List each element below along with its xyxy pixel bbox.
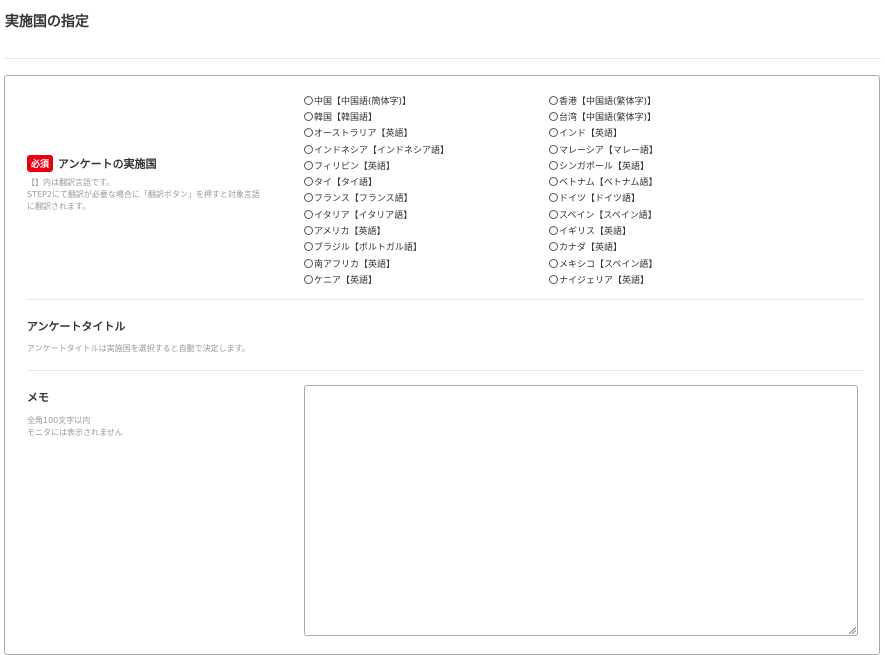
country-option-label: イギリス【英語】 bbox=[559, 227, 632, 238]
country-option-label: インド【英語】 bbox=[559, 129, 623, 140]
radio-button[interactable] bbox=[304, 111, 313, 121]
survey-country-label: アンケートの実施国 bbox=[58, 157, 157, 171]
radio-button[interactable] bbox=[304, 209, 313, 219]
country-option[interactable]: シンガポール【英語】 bbox=[549, 157, 789, 173]
row-divider bbox=[27, 370, 863, 371]
survey-country-label-block: 必須 アンケートの実施国 【】内は翻訳言語です。 STEP2にて翻訳が必要な場合に… bbox=[27, 153, 317, 213]
country-option[interactable]: イタリア【イタリア語】 bbox=[304, 206, 544, 222]
country-option-label: メキシコ【スペイン語】 bbox=[559, 259, 658, 270]
radio-button[interactable] bbox=[304, 177, 313, 187]
country-option[interactable]: フランス【フランス語】 bbox=[304, 190, 544, 206]
country-option[interactable]: ブラジル【ポルトガル語】 bbox=[304, 239, 544, 255]
survey-title-help: アンケートタイトルは実施国を選択すると自動で決定します。 bbox=[27, 344, 250, 353]
country-option[interactable]: スペイン【スペイン語】 bbox=[549, 206, 789, 222]
country-option-label: ドイツ【ドイツ語】 bbox=[559, 194, 641, 205]
survey-title-label: アンケートタイトル bbox=[27, 320, 126, 333]
title-divider bbox=[5, 58, 881, 59]
country-option-label: ケニア【英語】 bbox=[314, 275, 378, 286]
country-option-label: オーストラリア【英語】 bbox=[314, 129, 413, 140]
country-option-label: マレーシア【マレー語】 bbox=[559, 145, 658, 156]
country-option[interactable]: オーストラリア【英語】 bbox=[304, 125, 544, 141]
radio-button[interactable] bbox=[549, 177, 558, 187]
radio-button[interactable] bbox=[549, 274, 558, 284]
country-option[interactable]: ナイジェリア【英語】 bbox=[549, 271, 789, 287]
country-option[interactable]: マレーシア【マレー語】 bbox=[549, 141, 789, 157]
country-option-label: カナダ【英語】 bbox=[559, 243, 623, 254]
country-option[interactable]: インドネシア【インドネシア語】 bbox=[304, 141, 544, 157]
country-option[interactable]: 台湾【中国語(繁体字)】 bbox=[549, 108, 789, 124]
row-divider bbox=[27, 299, 863, 300]
memo-help: 全角100文字以内 モニタには表示されません bbox=[27, 415, 123, 439]
country-option[interactable]: フィリピン【英語】 bbox=[304, 157, 544, 173]
radio-button[interactable] bbox=[549, 226, 558, 236]
survey-country-help-line: STEP2にて翻訳が必要な場合に「翻訳ボタン」を押すと対象言語 bbox=[27, 190, 260, 199]
country-option-label: タイ【タイ語】 bbox=[314, 178, 378, 189]
country-option-label: 台湾【中国語(繁体字)】 bbox=[559, 112, 657, 123]
radio-button[interactable] bbox=[304, 128, 313, 138]
country-option-label: イタリア【イタリア語】 bbox=[314, 210, 413, 221]
memo-label: メモ bbox=[27, 391, 49, 404]
country-option[interactable]: 韓国【韓国語】 bbox=[304, 108, 544, 124]
country-option[interactable]: タイ【タイ語】 bbox=[304, 173, 544, 189]
radio-button[interactable] bbox=[304, 242, 313, 252]
radio-button[interactable] bbox=[549, 144, 558, 154]
radio-button[interactable] bbox=[304, 95, 313, 105]
country-option[interactable]: 南アフリカ【英語】 bbox=[304, 255, 544, 271]
country-option[interactable]: アメリカ【英語】 bbox=[304, 222, 544, 238]
country-option[interactable]: 中国【中国語(簡体字)】 bbox=[304, 92, 544, 108]
country-option-label: アメリカ【英語】 bbox=[314, 227, 386, 238]
country-option-label: 南アフリカ【英語】 bbox=[314, 259, 396, 270]
country-option[interactable]: ドイツ【ドイツ語】 bbox=[549, 190, 789, 206]
survey-title-label-block: アンケートタイトル アンケートタイトルは実施国を選択すると自動で決定します。 bbox=[27, 318, 250, 355]
country-option-label: シンガポール【英語】 bbox=[559, 161, 650, 172]
country-option-label: ナイジェリア【英語】 bbox=[559, 275, 650, 286]
country-option-label: ベトナム【ベトナム語】 bbox=[559, 178, 658, 189]
country-option[interactable]: カナダ【英語】 bbox=[549, 239, 789, 255]
country-option-label: 中国【中国語(簡体字)】 bbox=[314, 96, 412, 107]
country-option[interactable]: インド【英語】 bbox=[549, 125, 789, 141]
radio-button[interactable] bbox=[304, 160, 313, 170]
radio-button[interactable] bbox=[304, 258, 313, 268]
country-option-label: インドネシア【インドネシア語】 bbox=[314, 145, 450, 156]
country-options-right: 香港【中国語(繁体字)】 台湾【中国語(繁体字)】 インド【英語】 マレーシア【… bbox=[549, 92, 789, 288]
radio-button[interactable] bbox=[549, 160, 558, 170]
radio-button[interactable] bbox=[549, 193, 558, 203]
country-options-left: 中国【中国語(簡体字)】 韓国【韓国語】 オーストラリア【英語】 インドネシア【… bbox=[304, 92, 544, 288]
radio-button[interactable] bbox=[549, 258, 558, 268]
resize-grip-icon[interactable] bbox=[848, 626, 856, 634]
memo-label-block: メモ 全角100文字以内 モニタには表示されません bbox=[27, 389, 123, 439]
survey-country-help-line: に翻訳されます。 bbox=[27, 202, 91, 211]
form-panel: 必須 アンケートの実施国 【】内は翻訳言語です。 STEP2にて翻訳が必要な場合に… bbox=[4, 75, 880, 655]
country-option-label: フランス【フランス語】 bbox=[314, 194, 413, 205]
country-option[interactable]: ケニア【英語】 bbox=[304, 271, 544, 287]
radio-button[interactable] bbox=[549, 128, 558, 138]
page-title: 実施国の指定 bbox=[5, 14, 89, 30]
survey-country-help-line: 【】内は翻訳言語です。 bbox=[27, 178, 115, 187]
required-badge: 必須 bbox=[27, 155, 54, 172]
country-option-label: フィリピン【英語】 bbox=[314, 161, 395, 172]
country-option-label: 韓国【韓国語】 bbox=[314, 112, 378, 123]
radio-button[interactable] bbox=[549, 242, 558, 252]
country-option[interactable]: 香港【中国語(繁体字)】 bbox=[549, 92, 789, 108]
country-option-label: スペイン【スペイン語】 bbox=[559, 210, 657, 221]
survey-country-help: 【】内は翻訳言語です。 STEP2にて翻訳が必要な場合に「翻訳ボタン」を押すと対… bbox=[27, 177, 317, 213]
radio-button[interactable] bbox=[549, 209, 558, 219]
radio-button[interactable] bbox=[304, 144, 313, 154]
country-option[interactable]: メキシコ【スペイン語】 bbox=[549, 255, 789, 271]
country-option[interactable]: イギリス【英語】 bbox=[549, 222, 789, 238]
radio-button[interactable] bbox=[304, 226, 313, 236]
radio-button[interactable] bbox=[549, 95, 558, 105]
radio-button[interactable] bbox=[304, 193, 313, 203]
country-option-label: ブラジル【ポルトガル語】 bbox=[314, 243, 422, 254]
country-option-label: 香港【中国語(繁体字)】 bbox=[559, 96, 657, 107]
memo-help-line: 全角100文字以内 bbox=[27, 416, 91, 425]
memo-help-line: モニタには表示されません bbox=[27, 428, 123, 437]
country-option[interactable]: ベトナム【ベトナム語】 bbox=[549, 173, 789, 189]
memo-textarea[interactable] bbox=[304, 385, 858, 636]
radio-button[interactable] bbox=[549, 111, 558, 121]
radio-button[interactable] bbox=[304, 274, 313, 284]
